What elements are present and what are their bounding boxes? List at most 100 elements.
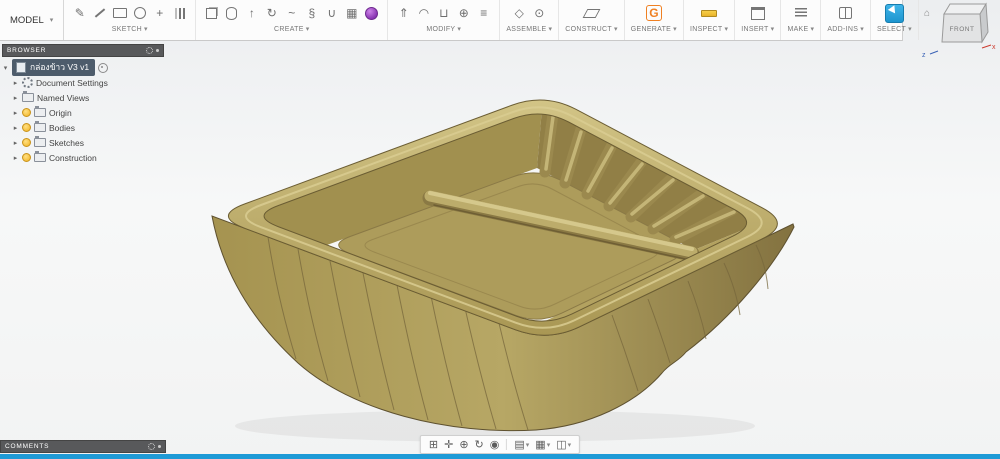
comments-header[interactable]: COMMENTS — [0, 440, 166, 453]
insert-icon[interactable] — [748, 3, 767, 23]
toolbar-icon-row: ↑ ↻ ~ § ∪ ▦ — [202, 2, 381, 24]
chevron-down-icon: ▾ — [548, 26, 553, 33]
tree-item-label: Sketches — [49, 137, 84, 148]
joint-icon[interactable]: ⊙ — [530, 3, 549, 23]
chevron-down-icon: ▾ — [908, 26, 912, 33]
sweep-icon[interactable]: ~ — [282, 3, 301, 23]
toolbar-icon-row — [700, 2, 719, 24]
browser-header[interactable]: BROWSER — [2, 44, 164, 57]
expander-icon[interactable]: ▸ — [12, 139, 19, 147]
generate-icon[interactable]: G — [645, 5, 662, 21]
toolbar-group-addins: ADD-INS ▾ — [821, 0, 872, 40]
3d-print-icon[interactable] — [791, 3, 810, 23]
x-axis-label: x — [992, 44, 996, 51]
toolbar-group-label[interactable]: INSPECT ▾ — [690, 25, 728, 34]
toolbar-group-label[interactable]: GENERATE ▾ — [631, 25, 677, 34]
gear-icon[interactable] — [148, 443, 155, 450]
select-cursor-icon[interactable] — [884, 3, 904, 23]
viewcube-front-label: FRONT — [950, 26, 975, 33]
circle-icon[interactable] — [130, 3, 149, 23]
toolbar-icon-row — [791, 2, 810, 24]
orbit-icon[interactable]: ↻ — [473, 438, 486, 451]
fillet-icon[interactable]: ◠ — [414, 3, 433, 23]
chevron-down-icon: ▾ — [546, 441, 551, 449]
view-cube[interactable]: ⌂ FRONT x z — [918, 2, 996, 67]
toolbar-group-label[interactable]: MODIFY ▾ — [426, 25, 462, 34]
rectangle-icon[interactable] — [110, 3, 129, 23]
toolbar-group-label[interactable]: ASSEMBLE ▾ — [506, 25, 553, 34]
tree-item-bodies[interactable]: ▸ Bodies — [2, 120, 164, 135]
tree-item-label: Construction — [49, 152, 97, 163]
expander-icon[interactable]: ▸ — [12, 124, 19, 132]
pipe-icon[interactable]: ∪ — [322, 3, 341, 23]
fit-icon[interactable]: ⊞ — [427, 438, 440, 451]
viewports-icon[interactable]: ◫ ▾ — [554, 438, 573, 451]
chevron-down-icon: ▾ — [457, 26, 462, 33]
cylinder-primitive-icon[interactable] — [222, 3, 241, 23]
pattern-icon[interactable]: ▦ — [342, 3, 361, 23]
timeline-strip[interactable] — [0, 454, 1000, 459]
zoom-icon[interactable]: ⊕ — [457, 438, 470, 451]
z-axis-line — [929, 50, 939, 55]
toolbar-icon-row: G — [645, 2, 662, 24]
toolbar-group-label[interactable]: CREATE ▾ — [274, 25, 310, 34]
look-at-icon[interactable]: ◉ — [488, 438, 502, 451]
measure-icon[interactable] — [700, 3, 719, 23]
tree-item-sketches[interactable]: ▸ Sketches — [2, 135, 164, 150]
expander-icon[interactable]: ▸ — [12, 109, 19, 117]
gear-icon — [22, 77, 33, 88]
tree-item-origin[interactable]: ▸ Origin — [2, 105, 164, 120]
workspace-selector[interactable]: MODEL ▾ — [0, 0, 65, 40]
toolbar-icon-row — [748, 2, 767, 24]
expander-icon[interactable]: ▸ — [12, 79, 19, 87]
extrude-icon[interactable]: ↑ — [242, 3, 261, 23]
browser-panel: BROWSER ▾ กล่องข้าว V3 v1 ▸ Document Settin… — [2, 44, 164, 165]
create-sketch-icon[interactable]: ✎ — [70, 3, 89, 23]
mirror-icon[interactable] — [170, 3, 189, 23]
visibility-bulb-icon[interactable] — [22, 138, 31, 147]
shell-icon[interactable]: ⊔ — [434, 3, 453, 23]
combine-icon[interactable]: ⊕ — [454, 3, 473, 23]
sketch-point-icon[interactable]: + — [150, 3, 169, 23]
document-root-label: กล่องข้าว V3 v1 — [30, 62, 90, 72]
toolbar-group-label[interactable]: SELECT ▾ — [877, 25, 912, 34]
pan-icon[interactable]: ✛ — [442, 438, 455, 451]
toolbar-group-label[interactable]: INSERT ▾ — [741, 25, 774, 34]
tree-item-label: Bodies — [49, 122, 75, 133]
line-icon[interactable] — [90, 3, 109, 23]
expander-icon[interactable]: ▾ — [2, 64, 9, 72]
gear-icon[interactable] — [146, 47, 153, 54]
grid-settings-icon[interactable]: ▦ ▾ — [533, 438, 552, 451]
toolbar-group-label[interactable]: SKETCH ▾ — [112, 25, 148, 34]
panel-handle-icon[interactable] — [158, 445, 161, 448]
toolbar-group-label[interactable]: CONSTRUCT ▾ — [565, 25, 617, 34]
tree-item-document-settings[interactable]: ▸ Document Settings — [2, 75, 164, 90]
home-icon[interactable]: ⌂ — [924, 8, 930, 19]
create-form-icon[interactable] — [362, 3, 381, 23]
new-component-icon[interactable]: ◇ — [510, 3, 529, 23]
box-primitive-icon[interactable] — [202, 3, 221, 23]
chevron-down-icon: ▾ — [144, 26, 148, 33]
revolve-icon[interactable]: ↻ — [262, 3, 281, 23]
toolbar-group-select: SELECT ▾ — [871, 0, 919, 40]
press-pull-icon[interactable]: ⇑ — [394, 3, 413, 23]
tree-item-construction[interactable]: ▸ Construction — [2, 150, 164, 165]
display-settings-icon[interactable]: ▤ ▾ — [512, 438, 531, 451]
document-root-item[interactable]: กล่องข้าว V3 v1 — [12, 59, 96, 76]
viewcube-top-face[interactable] — [943, 3, 987, 15]
toolbar-group-label[interactable]: ADD-INS ▾ — [827, 25, 864, 34]
visibility-bulb-icon[interactable] — [22, 123, 31, 132]
visibility-bulb-icon[interactable] — [22, 153, 31, 162]
panel-handle-icon[interactable] — [156, 49, 159, 52]
component-activate-radio[interactable] — [98, 62, 109, 73]
align-icon[interactable]: ≡ — [474, 3, 493, 23]
visibility-bulb-icon[interactable] — [22, 108, 31, 117]
tree-item-named-views[interactable]: ▸ Named Views — [2, 90, 164, 105]
addins-icon[interactable] — [836, 3, 855, 23]
expander-icon[interactable]: ▸ — [12, 154, 19, 162]
browser-title: BROWSER — [7, 47, 47, 54]
toolbar-group-label[interactable]: MAKE ▾ — [787, 25, 814, 34]
coil-icon[interactable]: § — [302, 3, 321, 23]
expander-icon[interactable]: ▸ — [12, 94, 19, 102]
construction-plane-icon[interactable] — [582, 3, 601, 23]
